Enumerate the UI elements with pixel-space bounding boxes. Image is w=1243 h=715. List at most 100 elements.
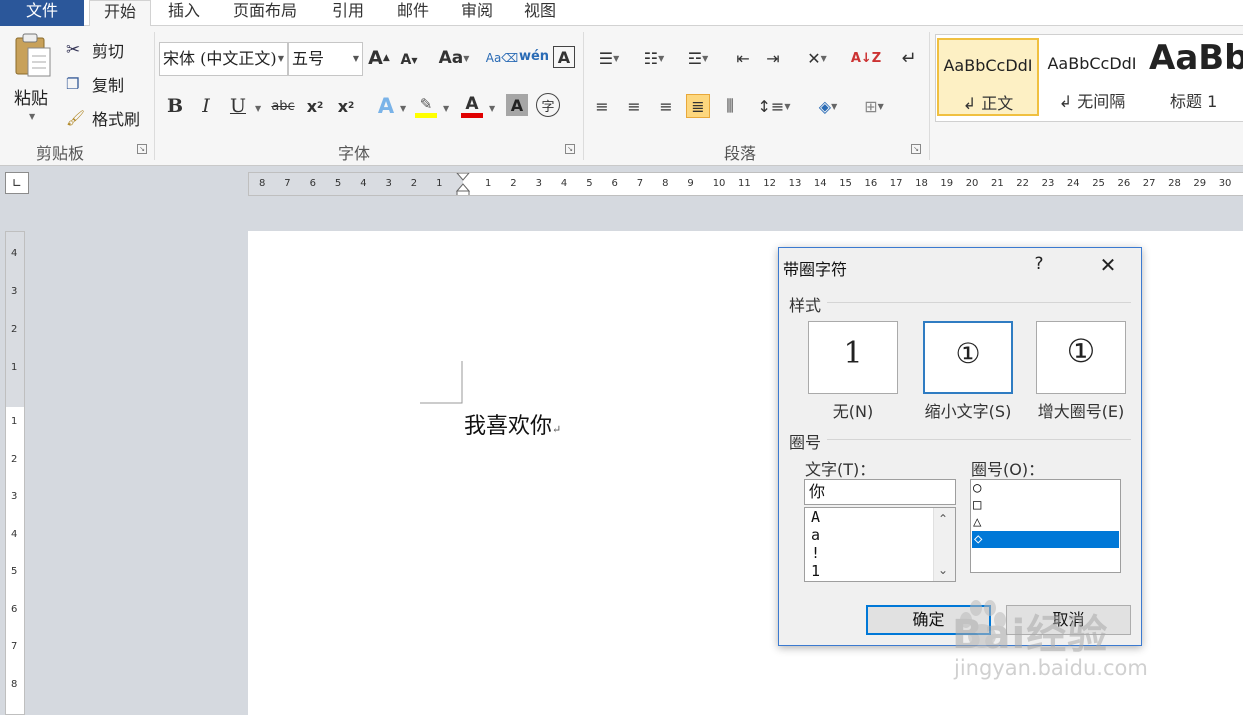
- show-formatting-marks-icon[interactable]: ↵: [897, 46, 921, 70]
- text-effects-dropdown-icon[interactable]: ▼: [400, 104, 406, 113]
- italic-icon[interactable]: I: [194, 94, 218, 118]
- character-shading-icon[interactable]: A: [506, 94, 528, 116]
- vertical-ruler[interactable]: 4 3 2 1 1 2 3 4 5 6 7 8: [5, 231, 25, 715]
- sort-icon[interactable]: A↓Z: [851, 46, 881, 70]
- tab-file[interactable]: 文件: [0, 0, 84, 26]
- list-item[interactable]: △: [971, 514, 1120, 531]
- increase-indent-icon[interactable]: ⇥: [761, 46, 785, 70]
- horizontal-ruler[interactable]: 8 7 6 5 4 3 2 1 1 2 3 4 5 6 7 8 9 10 11 12 13 14 15 16 17 18 19 20 2…: [248, 172, 1243, 196]
- line-spacing-icon[interactable]: ↕≡ ▼: [757, 94, 791, 118]
- paste-dropdown-icon[interactable]: ▼: [29, 112, 35, 121]
- indent-marker-icon[interactable]: [456, 173, 470, 196]
- character-border-icon[interactable]: A: [553, 46, 575, 68]
- text-input[interactable]: 你: [804, 479, 956, 505]
- ruler-number: 8: [259, 178, 266, 189]
- font-color-icon[interactable]: A: [460, 92, 484, 120]
- style-option-none[interactable]: 1: [808, 321, 898, 394]
- tab-selector-icon[interactable]: ∟: [5, 172, 29, 194]
- document-text-content: 我喜欢你: [464, 414, 553, 439]
- highlight-dropdown-icon[interactable]: ▼: [443, 104, 449, 113]
- align-left-icon[interactable]: ≡: [590, 94, 614, 118]
- subscript-icon[interactable]: x2: [303, 94, 327, 118]
- document-text[interactable]: 我喜欢你↵: [464, 408, 561, 440]
- align-right-icon[interactable]: ≡: [654, 94, 678, 118]
- font-launcher-icon[interactable]: ↘: [565, 144, 575, 154]
- change-case-icon[interactable]: Aa ▼: [437, 46, 471, 70]
- tab-page-layout[interactable]: 页面布局: [222, 0, 308, 26]
- style-enlarge-preview: ①: [1066, 332, 1096, 370]
- chinese-layout-icon[interactable]: ✕ ▼: [800, 46, 834, 70]
- ruler-number: 3: [535, 178, 542, 189]
- format-painter-button[interactable]: 🖌 格式刷: [66, 106, 156, 130]
- ruler-number: 23: [1041, 178, 1055, 189]
- grow-font-icon[interactable]: A ▲: [367, 46, 391, 70]
- style-heading-1[interactable]: AaBb 标题 1: [1145, 38, 1243, 116]
- ruler-number: 5: [586, 178, 593, 189]
- ruler-number: 30: [1218, 178, 1232, 189]
- style-name: 标题 1: [1170, 92, 1218, 111]
- text-effects-icon[interactable]: A: [374, 94, 398, 118]
- dialog-title: 带圈字符: [783, 260, 848, 279]
- style-no-spacing[interactable]: AaBbCcDdI ↲ 无间隔: [1043, 38, 1141, 116]
- ruler-number: 4: [11, 528, 18, 540]
- underline-icon[interactable]: U: [226, 94, 250, 118]
- tab-insert[interactable]: 插入: [157, 0, 211, 26]
- distributed-icon[interactable]: ⫼: [718, 94, 742, 118]
- help-icon[interactable]: ?: [1029, 254, 1049, 274]
- close-icon[interactable]: ✕: [1095, 252, 1121, 278]
- text-list-scrollbar[interactable]: ⌃ ⌄: [933, 508, 955, 581]
- tab-references[interactable]: 引用: [320, 0, 376, 26]
- font-size-combo[interactable]: 五号 ▼: [288, 42, 363, 76]
- tab-view[interactable]: 视图: [512, 0, 568, 26]
- style-none-label[interactable]: 无(N): [808, 398, 898, 422]
- underline-dropdown-icon[interactable]: ▼: [255, 104, 261, 113]
- bold-icon[interactable]: B: [163, 94, 187, 118]
- decrease-indent-icon[interactable]: ⇤: [731, 46, 755, 70]
- scroll-down-icon[interactable]: ⌄: [938, 563, 948, 577]
- style-option-shrink-text[interactable]: ①: [923, 321, 1013, 394]
- font-color-dropdown-icon[interactable]: ▼: [489, 104, 495, 113]
- section-divider: [827, 302, 1131, 303]
- tab-review[interactable]: 审阅: [449, 0, 505, 26]
- style-normal[interactable]: AaBbCcDdI ↲ 正文: [937, 38, 1039, 116]
- text-list[interactable]: A a ! 1 ⌃ ⌄: [804, 507, 956, 582]
- justify-icon[interactable]: ≣: [686, 94, 710, 118]
- align-center-icon[interactable]: ≡: [622, 94, 646, 118]
- ruler-number: 6: [611, 178, 618, 189]
- superscript-icon[interactable]: x2: [334, 94, 358, 118]
- ruler-number: 17: [889, 178, 903, 189]
- scroll-up-icon[interactable]: ⌃: [938, 512, 948, 526]
- tab-mailings[interactable]: 邮件: [385, 0, 441, 26]
- bullets-icon[interactable]: ☰ ▼: [592, 46, 626, 70]
- ruler-number: 2: [11, 324, 18, 335]
- paste-label[interactable]: 粘贴: [14, 84, 48, 109]
- copy-button[interactable]: ❐ 复制: [66, 72, 156, 96]
- font-name-combo[interactable]: 宋体 (中文正文) ▼: [159, 42, 288, 76]
- list-item-selected[interactable]: ◇: [972, 531, 1119, 548]
- clipboard-launcher-icon[interactable]: ↘: [137, 144, 147, 154]
- enclose-characters-icon[interactable]: 字: [536, 93, 560, 117]
- strikethrough-icon[interactable]: abc: [268, 94, 298, 118]
- clear-formatting-icon[interactable]: Aa⌫: [486, 46, 519, 70]
- style-shrink-label[interactable]: 缩小文字(S): [913, 398, 1023, 422]
- multilevel-list-icon[interactable]: ☲ ▼: [681, 46, 715, 70]
- ruler-number: 2: [11, 453, 18, 465]
- tab-home[interactable]: 开始: [89, 0, 151, 27]
- borders-icon[interactable]: ⊞ ▼: [857, 94, 891, 118]
- ruler-number: 16: [864, 178, 878, 189]
- list-item[interactable]: □: [971, 497, 1120, 514]
- numbering-icon[interactable]: ☷ ▼: [637, 46, 671, 70]
- paragraph-launcher-icon[interactable]: ↘: [911, 144, 921, 154]
- phonetic-guide-icon[interactable]: wén: [519, 44, 549, 68]
- style-option-enlarge-symbol[interactable]: ①: [1036, 321, 1126, 394]
- copy-label: 复制: [92, 76, 125, 95]
- list-item[interactable]: ○: [971, 480, 1120, 497]
- highlight-icon[interactable]: ✎: [414, 92, 438, 120]
- shading-icon[interactable]: ◈ ▼: [811, 94, 845, 118]
- paste-button[interactable]: [10, 32, 54, 82]
- ruler-number: 8: [662, 178, 669, 189]
- enclosure-list[interactable]: ○ □ △ ◇: [970, 479, 1121, 573]
- style-enlarge-label[interactable]: 增大圈号(E): [1026, 398, 1136, 422]
- shrink-font-icon[interactable]: A ▼: [397, 48, 421, 72]
- cut-button[interactable]: ✂ 剪切: [66, 38, 156, 62]
